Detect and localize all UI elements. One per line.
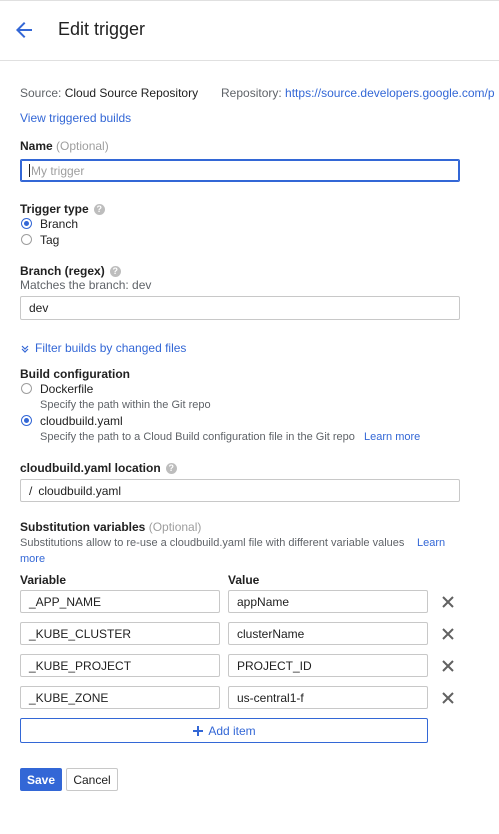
value-input[interactable]: appName: [228, 590, 428, 613]
variable-input[interactable]: _KUBE_CLUSTER: [20, 622, 220, 645]
substitutions-learn-link[interactable]: Learn: [417, 536, 445, 551]
radio-branch[interactable]: [21, 218, 32, 229]
variable-value: clusterName: [237, 626, 305, 641]
branch-label: Branch (regex)?: [20, 264, 121, 278]
location-prefix: /: [29, 483, 33, 498]
column-value-header: Value: [228, 573, 260, 587]
radio-branch-label[interactable]: Branch: [40, 217, 78, 232]
location-label: cloudbuild.yaml location?: [20, 461, 177, 475]
text-caret: [29, 164, 30, 177]
column-variable-header: Variable: [20, 573, 67, 587]
add-item-label: Add item: [208, 723, 256, 738]
branch-hint: Matches the branch: dev: [20, 278, 152, 292]
variable-name: _KUBE_CLUSTER: [29, 626, 132, 641]
cloudbuild-desc: Specify the path to a Cloud Build config…: [40, 431, 355, 443]
substitutions-label-text: Substitution variables: [20, 520, 146, 534]
branch-label-text: Branch (regex): [20, 264, 105, 278]
help-icon[interactable]: ?: [93, 204, 105, 216]
view-triggered-builds-link[interactable]: View triggered builds: [20, 111, 131, 126]
variable-input[interactable]: _KUBE_PROJECT: [20, 654, 220, 677]
variable-value: us-central1-f: [237, 690, 304, 705]
back-arrow-icon[interactable]: [12, 18, 36, 42]
variable-value: PROJECT_ID: [237, 658, 312, 673]
name-placeholder: My trigger: [31, 163, 85, 178]
name-input[interactable]: My trigger: [20, 159, 460, 182]
location-input[interactable]: / cloudbuild.yaml: [20, 479, 460, 502]
chevron-down-icon: [21, 345, 29, 353]
radio-cloudbuild-label[interactable]: cloudbuild.yaml: [40, 414, 123, 429]
page-title: Edit trigger: [58, 19, 146, 39]
help-icon[interactable]: ?: [165, 463, 177, 475]
save-button[interactable]: Save: [20, 768, 62, 791]
remove-row-close-icon[interactable]: [440, 626, 456, 642]
location-label-text: cloudbuild.yaml location: [20, 461, 161, 475]
variable-input[interactable]: _KUBE_ZONE: [20, 686, 220, 709]
page-header: Edit trigger: [0, 1, 499, 57]
substitutions-label: Substitution variables (Optional): [20, 520, 201, 534]
substitutions-more-link[interactable]: more: [20, 552, 45, 567]
name-label-text: Name: [20, 139, 53, 153]
repository-link[interactable]: https://source.developers.google.com/p: [285, 86, 494, 100]
variable-name: _KUBE_ZONE: [29, 690, 109, 705]
location-value: cloudbuild.yaml: [38, 483, 122, 498]
remove-row-close-icon[interactable]: [440, 690, 456, 706]
name-label: Name (Optional): [20, 139, 109, 153]
variable-name: _APP_NAME: [29, 594, 102, 609]
value-input[interactable]: PROJECT_ID: [228, 654, 428, 677]
source-value: Cloud Source Repository: [64, 86, 199, 100]
repository-label: Repository:: [221, 86, 282, 100]
value-input[interactable]: clusterName: [228, 622, 428, 645]
name-optional: (Optional): [56, 139, 109, 153]
radio-dockerfile[interactable]: [21, 383, 32, 394]
substitutions-desc: Substitutions allow to re-use a cloudbui…: [20, 537, 405, 549]
filter-label: Filter builds by changed files: [35, 341, 187, 355]
repository-info: Repository: https://source.developers.go…: [221, 86, 495, 101]
help-icon[interactable]: ?: [109, 266, 121, 278]
remove-row-close-icon[interactable]: [440, 594, 456, 610]
source-info: Source: Cloud Source Repository: [20, 86, 198, 101]
radio-cloudbuild[interactable]: [21, 415, 32, 426]
trigger-type-label-text: Trigger type: [20, 202, 89, 216]
branch-input[interactable]: dev: [20, 296, 460, 320]
plus-icon: [193, 725, 204, 736]
branch-value: dev: [29, 301, 49, 315]
radio-tag[interactable]: [21, 234, 32, 245]
add-item-button[interactable]: Add item: [20, 718, 428, 743]
value-input[interactable]: us-central1-f: [228, 686, 428, 709]
build-config-learn-more[interactable]: Learn more: [364, 430, 420, 445]
filter-toggle[interactable]: Filter builds by changed files: [20, 341, 186, 356]
source-label: Source:: [20, 86, 62, 100]
header-divider: [0, 60, 499, 61]
cancel-button[interactable]: Cancel: [66, 768, 118, 791]
dockerfile-desc: Specify the path within the Git repo: [40, 399, 211, 411]
substitutions-optional: (Optional): [148, 520, 202, 534]
radio-tag-label[interactable]: Tag: [40, 233, 59, 248]
radio-dockerfile-label[interactable]: Dockerfile: [40, 382, 93, 397]
trigger-type-label: Trigger type?: [20, 202, 105, 216]
variable-input[interactable]: _APP_NAME: [20, 590, 220, 613]
variable-value: appName: [237, 594, 290, 609]
build-config-label: Build configuration: [20, 367, 130, 381]
remove-row-close-icon[interactable]: [440, 658, 456, 674]
variable-name: _KUBE_PROJECT: [29, 658, 132, 673]
